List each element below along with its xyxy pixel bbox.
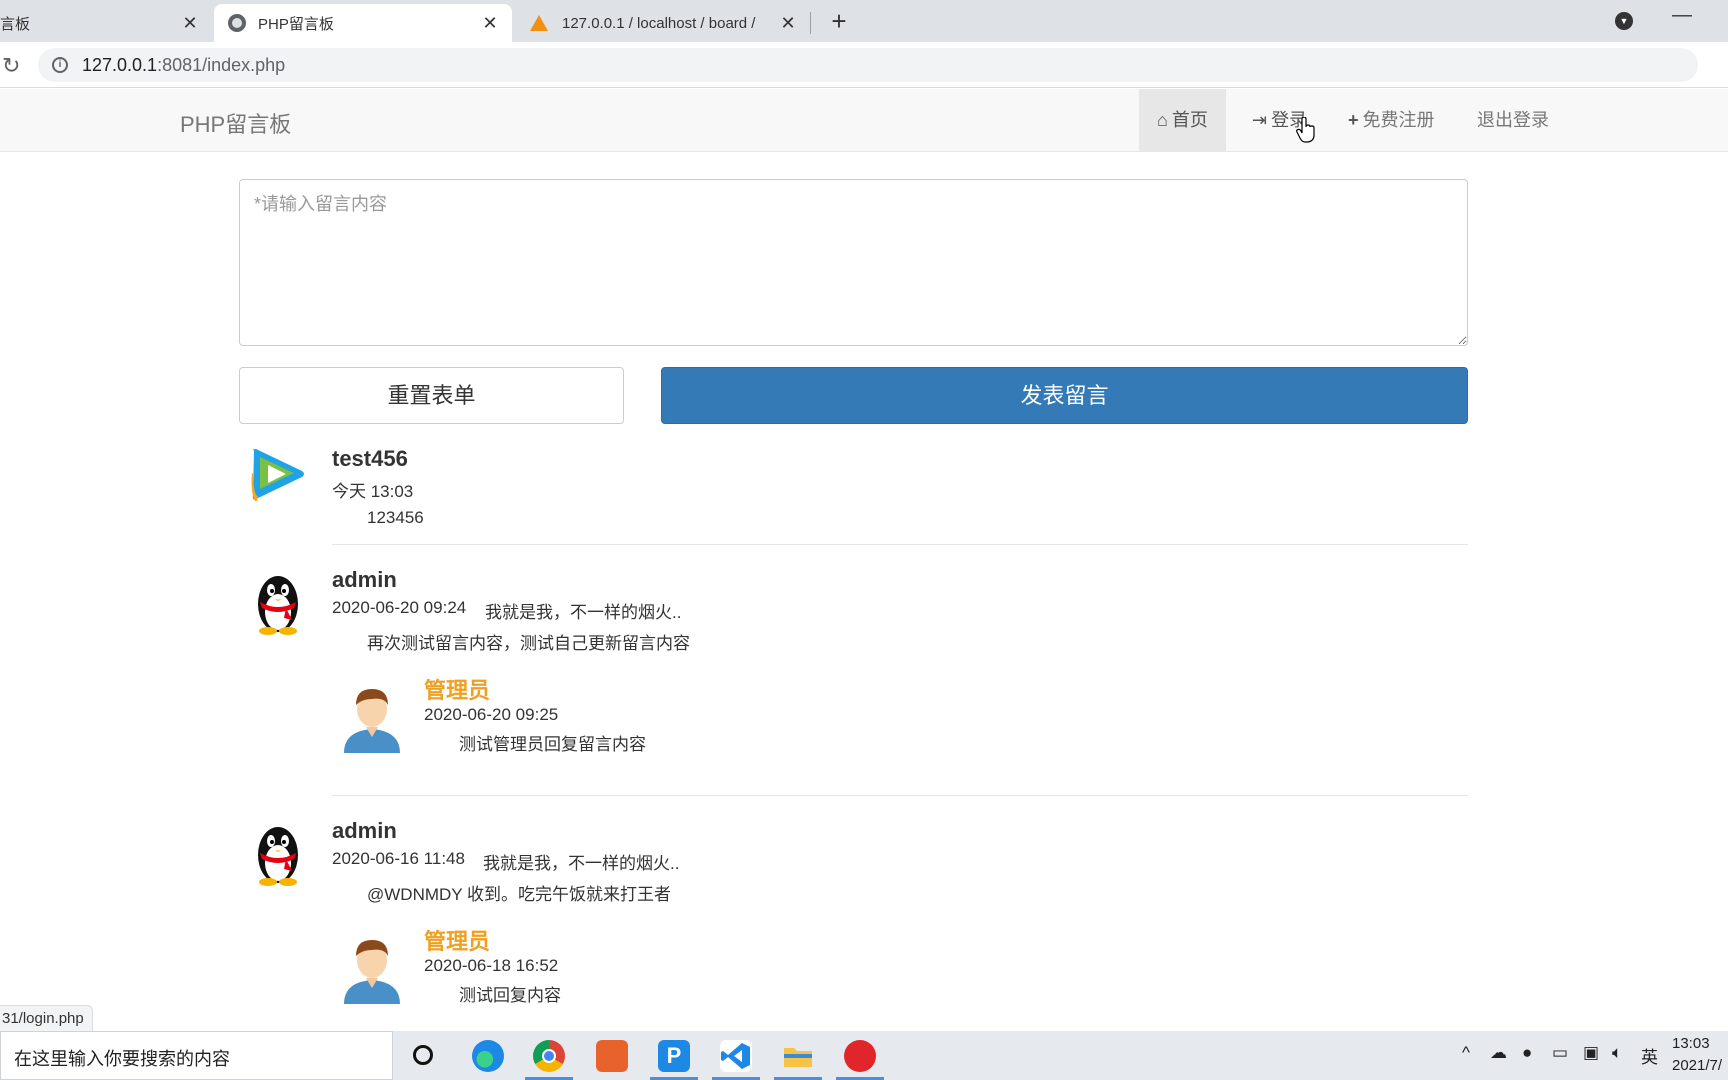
nav-logout-label: 退出登录 xyxy=(1477,110,1549,130)
close-tab-icon[interactable]: ✕ xyxy=(180,13,200,34)
tab-title: PHP留言板 xyxy=(258,15,334,33)
message-username: admin xyxy=(332,567,397,592)
message-time: 2020-06-20 09:24 xyxy=(332,598,467,617)
message-input[interactable] xyxy=(239,179,1468,346)
netease-music-icon[interactable] xyxy=(844,1040,876,1072)
clock-date: 2021/7/ xyxy=(1672,1057,1723,1074)
login-icon: ⇥ xyxy=(1252,110,1268,130)
cloud-icon[interactable]: ☁ xyxy=(1490,1043,1507,1063)
nav-register[interactable]: + 免费注册 xyxy=(1330,89,1453,151)
post-message-button[interactable]: 发表留言 xyxy=(661,367,1468,424)
home-icon: ⌂ xyxy=(1157,110,1168,130)
clock-time: 13:03 xyxy=(1672,1035,1710,1052)
close-tab-icon[interactable]: ✕ xyxy=(480,13,500,34)
phpstudy-icon[interactable]: P xyxy=(658,1040,690,1072)
message-content: 123456 xyxy=(367,508,424,527)
message-username: admin xyxy=(332,818,397,843)
volume-icon[interactable]: 🔈︎ xyxy=(1612,1043,1622,1063)
phpmyadmin-icon xyxy=(528,15,550,31)
site-navbar: PHP留言板 ⌂ 首页 ⇥ 登录 + 免费注册 退出登录 xyxy=(0,89,1728,152)
taskbar-clock[interactable]: 13:03 2021/7/ xyxy=(1672,1033,1722,1077)
message-divider xyxy=(332,544,1468,545)
reply-username: 管理员 xyxy=(424,929,491,954)
message-signature: 我就是我，不一样的烟火.. xyxy=(483,854,680,873)
address-bar[interactable]: i 127.0.0.1:8081/index.php ☆ xyxy=(38,48,1698,82)
reply-time: 2020-06-20 09:25 xyxy=(424,705,559,724)
site-brand[interactable]: PHP留言板 xyxy=(180,107,291,139)
qq-tray-icon[interactable]: ● xyxy=(1522,1043,1532,1063)
taskbar-search-placeholder: 在这里输入你要搜索的内容 xyxy=(14,1049,230,1069)
browser-tab-bar: 言板 ✕ PHP留言板 ✕ 127.0.0.1 / localhost / bo… xyxy=(0,0,1728,42)
sublime-icon[interactable] xyxy=(596,1040,628,1072)
reload-icon[interactable]: ↻ xyxy=(2,53,20,79)
reply-time: 2020-06-18 16:52 xyxy=(424,956,559,975)
network-icon[interactable]: ▣ xyxy=(1583,1043,1599,1063)
message-time: 今天 13:03 xyxy=(332,482,414,501)
chrome-icon[interactable] xyxy=(533,1040,565,1072)
tencent-video-avatar xyxy=(246,449,306,511)
tab-title: 127.0.0.1 / localhost / board / xyxy=(562,14,756,32)
file-explorer-icon[interactable] xyxy=(782,1040,814,1072)
nav-register-label: 免费注册 xyxy=(1362,110,1435,130)
tab-separator xyxy=(810,12,811,34)
close-tab-icon[interactable]: ✕ xyxy=(778,13,798,34)
info-icon[interactable]: i xyxy=(52,57,68,73)
message-signature: 我就是我，不一样的烟火.. xyxy=(485,603,682,622)
plus-icon: + xyxy=(1348,110,1359,130)
message-time: 2020-06-16 11:48 xyxy=(332,849,465,868)
minimize-icon[interactable]: — xyxy=(1672,4,1692,27)
browser-toolbar: ↻ i 127.0.0.1:8081/index.php ☆ xyxy=(0,42,1728,88)
cortana-icon[interactable] xyxy=(413,1045,433,1065)
message-username: test456 xyxy=(332,446,408,471)
admin-avatar xyxy=(344,689,400,753)
reply-content: 测试回复内容 xyxy=(459,986,561,1005)
browser-tab[interactable]: 127.0.0.1 / localhost / board / ✕ xyxy=(514,4,810,42)
message-divider xyxy=(332,795,1468,796)
chevron-up-icon[interactable]: ^ xyxy=(1462,1043,1470,1063)
reset-form-button[interactable]: 重置表单 xyxy=(239,367,624,424)
tab-title: 言板 xyxy=(0,15,31,33)
url-text: 127.0.0.1:8081/index.php xyxy=(82,55,286,75)
browser-tab[interactable]: 言板 ✕ xyxy=(0,4,212,42)
edge-icon[interactable] xyxy=(472,1040,504,1072)
new-tab-button[interactable]: + xyxy=(826,6,852,37)
globe-icon xyxy=(228,14,246,32)
input-language[interactable]: 英 xyxy=(1641,1043,1658,1068)
vscode-icon[interactable] xyxy=(720,1040,752,1072)
battery-icon[interactable]: ▭ xyxy=(1552,1043,1568,1063)
nav-home[interactable]: ⌂ 首页 xyxy=(1139,89,1226,151)
taskbar-search-box[interactable]: 在这里输入你要搜索的内容 xyxy=(0,1031,393,1080)
message-content: 再次测试留言内容，测试自己更新留言内容 xyxy=(367,634,690,653)
nav-logout[interactable]: 退出登录 xyxy=(1459,89,1567,151)
reply-content: 测试管理员回复留言内容 xyxy=(459,735,646,754)
reply-username: 管理员 xyxy=(424,678,491,703)
nav-home-label: 首页 xyxy=(1171,110,1208,130)
windows-taskbar: 在这里输入你要搜索的内容 P ^ ☁ ● ▭ ▣ 🔈︎ 英 13:03 2021… xyxy=(0,1031,1728,1080)
qq-penguin-avatar xyxy=(258,827,298,886)
admin-avatar xyxy=(344,940,400,1004)
qq-penguin-avatar xyxy=(258,576,298,635)
link-status-bubble: 31/login.php xyxy=(0,1005,93,1033)
browser-tab-active[interactable]: PHP留言板 ✕ xyxy=(214,4,512,42)
hand-cursor-icon xyxy=(1296,117,1315,143)
chevron-down-icon[interactable]: ▼ xyxy=(1615,12,1633,30)
message-content: @WDNMDY 收到。吃完午饭就来打王者 xyxy=(367,885,672,904)
